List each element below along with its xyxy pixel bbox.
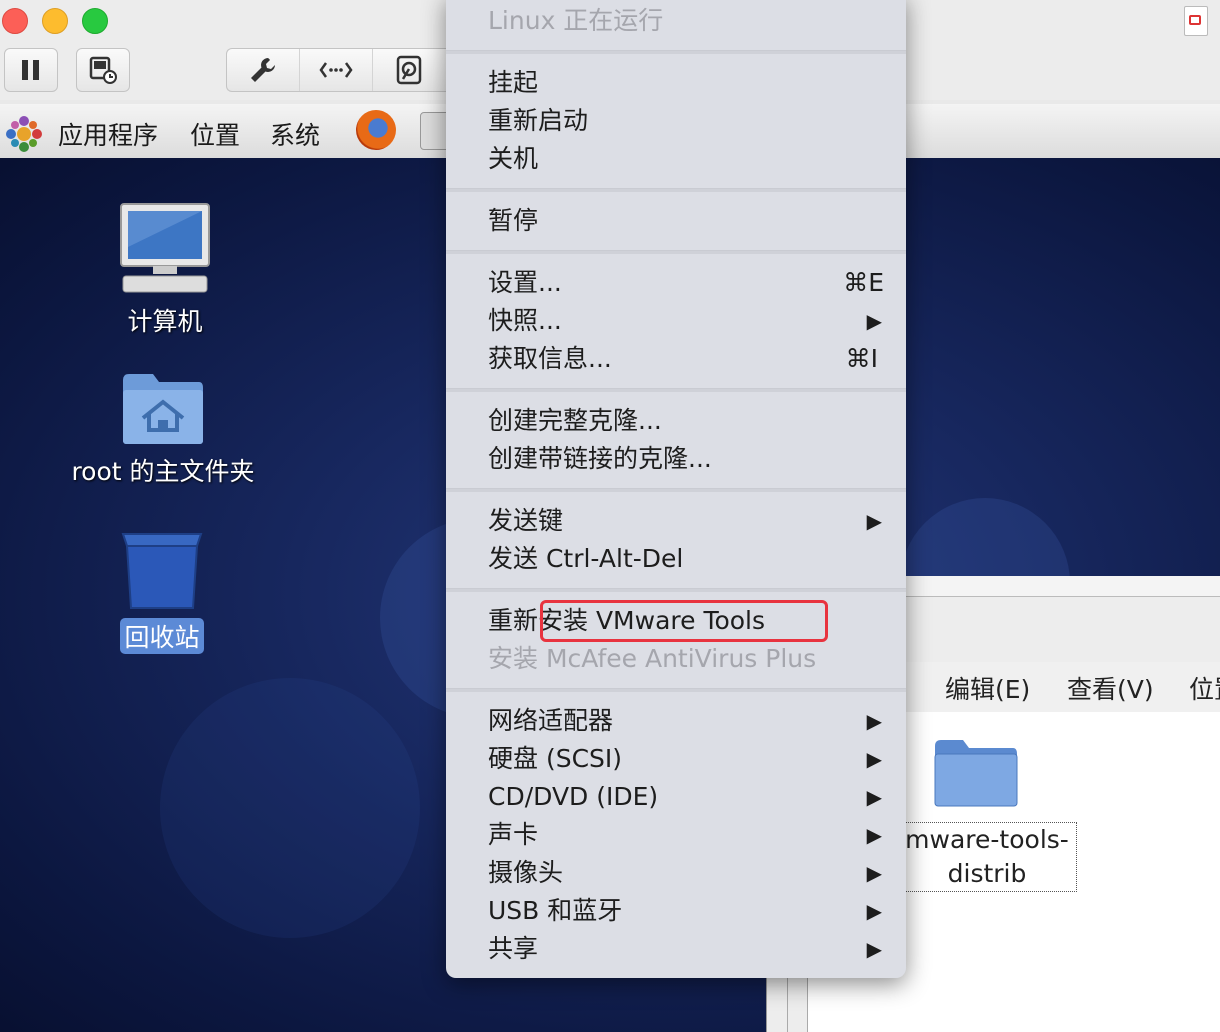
menu-separator: [446, 688, 906, 692]
annotation-highlight-box: [540, 600, 828, 642]
pause-icon: [22, 60, 39, 80]
menu-separator: [446, 488, 906, 492]
wallpaper-decoration: [160, 678, 420, 938]
virtual-machine-menu: Linux 正在运行 挂起 重新启动 关机 暂停 设置... ⌘E 快照... …: [446, 0, 906, 978]
menu-item-camera[interactable]: 摄像头 ▶: [488, 854, 886, 892]
toolbar-segment-group: [226, 48, 448, 92]
submenu-arrow-icon: ▶: [866, 937, 882, 961]
home-folder-icon: [123, 374, 203, 444]
menu-item-snapshots[interactable]: 快照... ▶: [488, 302, 886, 340]
window-close-button[interactable]: [2, 8, 28, 34]
pause-vm-button[interactable]: [4, 48, 58, 92]
menu-item-pause[interactable]: 暂停: [488, 202, 886, 240]
menu-item-label: 网络适配器: [488, 706, 614, 735]
desktop-home-folder[interactable]: root 的主文件夹: [48, 370, 278, 488]
menu-item-label: 发送键: [488, 506, 564, 535]
menu-item-linked-clone[interactable]: 创建带链接的克隆...: [488, 440, 886, 478]
menu-item-suspend[interactable]: 挂起: [488, 64, 886, 102]
menu-item-label: 创建完整克隆...: [488, 406, 662, 435]
document-icon[interactable]: [1184, 6, 1208, 36]
menu-item-label: 重新启动: [488, 106, 589, 135]
settings-button[interactable]: [227, 49, 300, 91]
menu-item-restart[interactable]: 重新启动: [488, 102, 886, 140]
menu-item-label: 关机: [488, 144, 539, 173]
submenu-arrow-icon: ▶: [866, 785, 882, 809]
menu-item-full-clone[interactable]: 创建完整克隆...: [488, 402, 886, 440]
menu-status-text: Linux 正在运行: [488, 6, 664, 35]
menu-item-shutdown[interactable]: 关机: [488, 140, 886, 178]
menu-item-label: 共享: [488, 934, 539, 963]
menu-item-label: 发送 Ctrl-Alt-Del: [488, 544, 684, 573]
file-menu-edit[interactable]: 编辑(E): [945, 670, 1030, 706]
menu-item-network-adapter[interactable]: 网络适配器 ▶: [488, 702, 886, 740]
menu-item-label: CD/DVD (IDE): [488, 782, 659, 811]
computer-icon: [120, 203, 210, 293]
snapshot-button[interactable]: [76, 48, 130, 92]
shortcut-label: ⌘E: [843, 268, 884, 297]
folder-label-vmware-tools[interactable]: mware-tools- distrib: [897, 822, 1077, 892]
submenu-arrow-icon: ▶: [866, 309, 882, 333]
menu-item-get-info[interactable]: 获取信息... ⌘I: [488, 340, 886, 378]
shortcut-label: ⌘I: [845, 344, 878, 373]
menu-item-label: 挂起: [488, 68, 539, 97]
desktop-trash-label: 回收站: [120, 618, 204, 654]
menu-separator: [446, 250, 906, 254]
menu-item-label: 硬盘 (SCSI): [488, 744, 623, 773]
desktop-computer-label: 计算机: [127, 307, 203, 336]
menu-item-label: 快照...: [488, 306, 562, 335]
menu-item-label: 设置...: [488, 268, 562, 297]
menu-separator: [446, 188, 906, 192]
file-menu-places[interactable]: 位置: [1189, 670, 1220, 706]
menu-item-sound-card[interactable]: 声卡 ▶: [488, 816, 886, 854]
submenu-arrow-icon: ▶: [866, 709, 882, 733]
folder-label-line2: distrib: [947, 859, 1027, 888]
menu-item-settings[interactable]: 设置... ⌘E: [488, 264, 886, 302]
desktop-home-label: root 的主文件夹: [71, 457, 255, 486]
menu-item-label: 创建带链接的克隆...: [488, 444, 712, 473]
menu-item-label: 摄像头: [488, 858, 564, 887]
desktop-computer[interactable]: 计算机: [90, 202, 240, 338]
menu-system[interactable]: 系统: [270, 116, 320, 152]
submenu-arrow-icon: ▶: [866, 747, 882, 771]
menu-separator: [446, 388, 906, 392]
submenu-arrow-icon: ▶: [866, 899, 882, 923]
disk-icon: [396, 55, 422, 85]
menu-item-install-mcafee: 安装 McAfee AntiVirus Plus: [488, 640, 886, 678]
menu-separator: [446, 588, 906, 592]
submenu-arrow-icon: ▶: [866, 823, 882, 847]
submenu-arrow-icon: ▶: [866, 509, 882, 533]
disk-button[interactable]: [373, 49, 445, 91]
menu-item-label: 获取信息...: [488, 344, 612, 373]
menu-item-label: 暂停: [488, 206, 539, 235]
folder-label-line1: mware-tools-: [905, 825, 1069, 854]
menu-item-sharing[interactable]: 共享 ▶: [488, 930, 886, 968]
menu-item-label: 安装 McAfee AntiVirus Plus: [488, 644, 817, 673]
folder-icon[interactable]: [933, 738, 1019, 808]
file-menu-view[interactable]: 查看(V): [1067, 670, 1154, 706]
submenu-arrow-icon: ▶: [866, 861, 882, 885]
menu-item-cd-dvd[interactable]: CD/DVD (IDE) ▶: [488, 778, 886, 816]
snapshot-icon: [89, 56, 117, 84]
network-button[interactable]: [300, 49, 373, 91]
menu-item-send-ctrl-alt-del[interactable]: 发送 Ctrl-Alt-Del: [488, 540, 886, 578]
desktop-trash[interactable]: 回收站: [92, 528, 232, 654]
menu-item-hard-disk[interactable]: 硬盘 (SCSI) ▶: [488, 740, 886, 778]
menu-applications[interactable]: 应用程序: [58, 116, 158, 152]
window-minimize-button[interactable]: [42, 8, 68, 34]
wrench-icon: [251, 58, 275, 82]
menu-item-label: 声卡: [488, 820, 539, 849]
menu-item-label: USB 和蓝牙: [488, 896, 623, 925]
menu-places[interactable]: 位置: [190, 116, 240, 152]
gnome-foot-icon: [6, 116, 42, 152]
menu-separator: [446, 50, 906, 54]
firefox-icon[interactable]: [356, 110, 396, 150]
menu-item-usb-bluetooth[interactable]: USB 和蓝牙 ▶: [488, 892, 886, 930]
network-arrows-icon: [319, 62, 353, 78]
menu-item-send-key[interactable]: 发送键 ▶: [488, 502, 886, 540]
window-zoom-button[interactable]: [82, 8, 108, 34]
trash-icon: [121, 533, 203, 609]
